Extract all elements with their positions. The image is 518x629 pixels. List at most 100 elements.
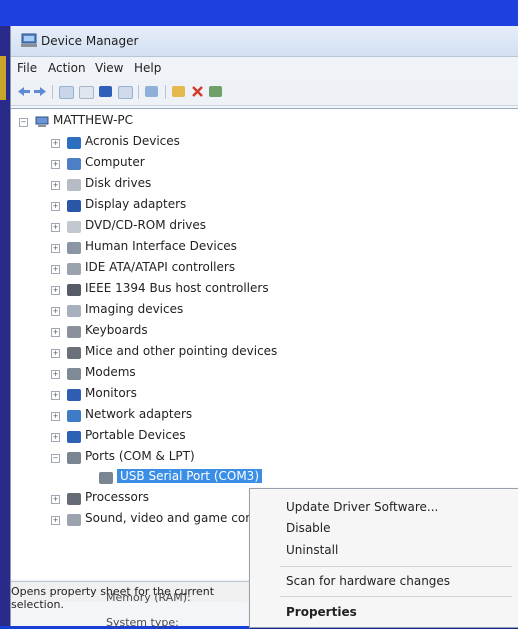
monitor-icon — [67, 389, 81, 401]
tree-item[interactable]: + Mice and other pointing devices — [51, 344, 451, 364]
forward-arrow-icon[interactable] — [33, 86, 47, 97]
view-icon[interactable] — [118, 86, 133, 99]
tree-item-label: Disk drives — [85, 176, 152, 190]
tree-item-label: Ports (COM & LPT) — [85, 449, 195, 463]
keyboard-icon — [67, 326, 81, 338]
device-manager-icon — [21, 33, 37, 47]
ide-controller-icon — [67, 263, 81, 275]
modem-icon — [67, 368, 81, 380]
tree-item-label: Portable Devices — [85, 428, 186, 442]
tree-item-label: Acronis Devices — [85, 134, 180, 148]
collapse-icon[interactable]: − — [19, 118, 28, 127]
collapse-icon[interactable]: − — [51, 454, 60, 463]
mouse-icon — [67, 347, 81, 359]
tree-item-label: IEEE 1394 Bus host controllers — [85, 281, 269, 295]
tree-item-label: IDE ATA/ATAPI controllers — [85, 260, 236, 274]
desktop-background — [0, 0, 518, 26]
hid-icon — [67, 242, 81, 254]
expand-icon[interactable]: + — [51, 265, 60, 274]
enable-device-icon[interactable] — [209, 86, 222, 97]
tree-item-expanded[interactable]: − Ports (COM & LPT) — [51, 449, 451, 469]
expand-icon[interactable]: + — [51, 412, 60, 421]
tree-item[interactable]: + DVD/CD-ROM drives — [51, 218, 451, 238]
expand-icon[interactable]: + — [51, 516, 60, 525]
menu-separator — [280, 566, 512, 567]
expand-icon[interactable]: + — [51, 286, 60, 295]
menu-bar: File Action View Help — [11, 57, 518, 79]
ieee1394-icon — [67, 284, 81, 296]
uninstall-x-icon[interactable] — [191, 86, 204, 97]
tree-item-label: Modems — [85, 365, 136, 379]
sound-icon — [67, 514, 81, 526]
tree-item[interactable]: + Disk drives — [51, 176, 451, 196]
menu-help[interactable]: Help — [134, 61, 161, 75]
computer-root-icon — [35, 116, 49, 127]
expand-icon[interactable]: + — [51, 495, 60, 504]
properties-menu-item[interactable]: Properties — [286, 605, 357, 619]
tree-item-label: Processors — [85, 490, 150, 504]
tree-item-label: USB Serial Port (COM3) — [117, 469, 262, 483]
menu-separator — [280, 596, 512, 597]
expand-icon[interactable]: + — [51, 139, 60, 148]
tree-item[interactable]: + IEEE 1394 Bus host controllers — [51, 281, 451, 301]
properties-sheet-icon[interactable] — [79, 86, 94, 99]
tree-item[interactable]: + Acronis Devices — [51, 134, 451, 154]
expand-icon[interactable]: + — [51, 433, 60, 442]
tree-item[interactable]: + IDE ATA/ATAPI controllers — [51, 260, 451, 280]
tree-item-label: Display adapters — [85, 197, 187, 211]
processor-icon — [67, 493, 81, 505]
context-menu: Update Driver Software... Disable Uninst… — [249, 488, 518, 628]
tree-item[interactable]: + Human Interface Devices — [51, 239, 451, 259]
scan-hardware-icon[interactable] — [145, 86, 158, 97]
dvd-drive-icon — [67, 221, 81, 233]
expand-icon[interactable]: + — [51, 349, 60, 358]
acronis-icon — [67, 137, 81, 149]
tree-item-label: Monitors — [85, 386, 137, 400]
tree-item[interactable]: + Network adapters — [51, 407, 451, 427]
memory-label: Memory (RAM): — [106, 591, 191, 604]
menu-file[interactable]: File — [17, 61, 37, 75]
show-hide-tree-icon[interactable] — [59, 86, 74, 99]
toolbar — [11, 79, 518, 106]
tree-item[interactable]: + Display adapters — [51, 197, 451, 217]
network-adapter-icon — [67, 410, 81, 422]
expand-icon[interactable]: + — [51, 160, 60, 169]
tree-item-label: Keyboards — [85, 323, 148, 337]
tree-item[interactable]: + Imaging devices — [51, 302, 451, 322]
titlebar: Device Manager — [11, 26, 518, 57]
expand-icon[interactable]: + — [51, 328, 60, 337]
tree-item[interactable]: + Modems — [51, 365, 451, 385]
expand-icon[interactable]: + — [51, 202, 60, 211]
tree-item-selected[interactable]: USB Serial Port (COM3) — [99, 469, 359, 489]
tree-root-label: MATTHEW-PC — [53, 113, 134, 127]
window-title: Device Manager — [41, 34, 139, 48]
expand-icon[interactable]: + — [51, 244, 60, 253]
port-icon — [99, 472, 113, 484]
update-driver-icon[interactable] — [172, 86, 185, 97]
tree-root[interactable]: − MATTHEW-PC — [19, 113, 319, 133]
tree-item-label: Mice and other pointing devices — [85, 344, 278, 358]
expand-icon[interactable]: + — [51, 223, 60, 232]
expand-icon[interactable]: + — [51, 307, 60, 316]
scan-hardware-menu-item[interactable]: Scan for hardware changes — [286, 574, 450, 588]
background-window-edge — [0, 26, 10, 626]
tree-item[interactable]: + Monitors — [51, 386, 451, 406]
tree-item-label: Network adapters — [85, 407, 193, 421]
help-icon[interactable] — [99, 86, 112, 97]
toolbar-separator — [165, 85, 166, 99]
update-driver-menu-item[interactable]: Update Driver Software... — [286, 500, 438, 514]
disable-menu-item[interactable]: Disable — [286, 521, 331, 535]
back-arrow-icon[interactable] — [17, 86, 31, 97]
tree-item[interactable]: + Portable Devices — [51, 428, 451, 448]
expand-icon[interactable]: + — [51, 181, 60, 190]
tree-item-label: Human Interface Devices — [85, 239, 237, 253]
menu-view[interactable]: View — [95, 61, 123, 75]
tree-item-label: Computer — [85, 155, 145, 169]
uninstall-menu-item[interactable]: Uninstall — [286, 543, 338, 557]
imaging-device-icon — [67, 305, 81, 317]
expand-icon[interactable]: + — [51, 370, 60, 379]
menu-action[interactable]: Action — [48, 61, 86, 75]
tree-item[interactable]: + Keyboards — [51, 323, 451, 343]
tree-item[interactable]: + Computer — [51, 155, 451, 175]
expand-icon[interactable]: + — [51, 391, 60, 400]
